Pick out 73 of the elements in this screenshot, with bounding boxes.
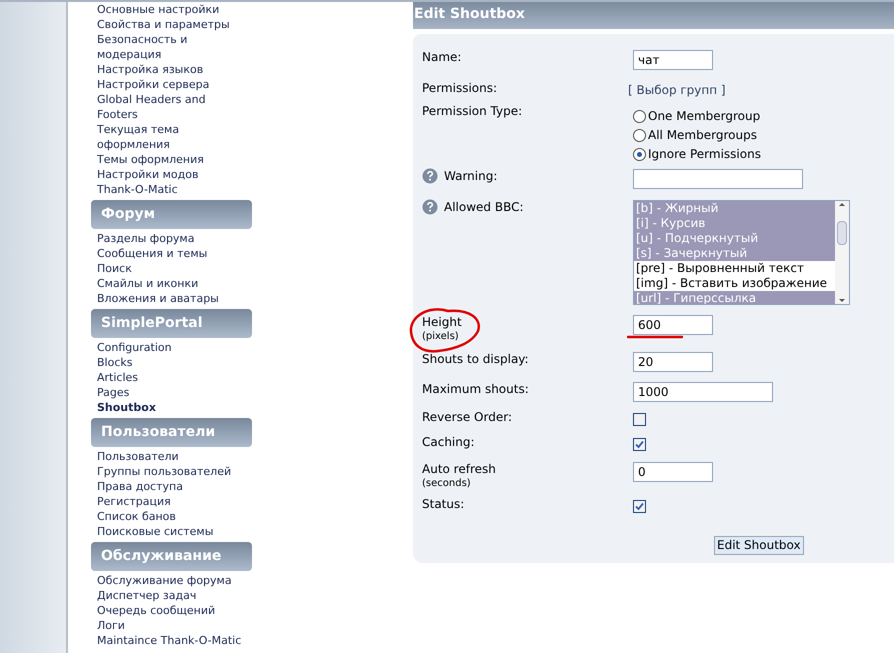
sidebar-link[interactable]: Global Headers and Footers (97, 92, 247, 122)
sidebar-link[interactable]: Maintaince Thank-O-Matic (97, 633, 257, 648)
sidebar-link[interactable]: Поисковые системы (97, 524, 257, 539)
sidebar-link[interactable]: Текущая тема оформления (97, 122, 247, 152)
sidebar-link[interactable]: Диспетчер задач (97, 588, 257, 603)
sidebar-link[interactable]: Список банов (97, 509, 257, 524)
field-label: Maximum shouts: (422, 382, 529, 397)
field-hint: (seconds) (422, 477, 472, 491)
text-field[interactable]: 600 (633, 315, 713, 335)
list-option[interactable]: [pre] - Выровненный текст (634, 261, 835, 276)
text-field[interactable] (633, 169, 803, 189)
sidebar-link[interactable]: Поиск (97, 261, 257, 276)
help-icon[interactable] (422, 199, 438, 215)
sidebar-link[interactable]: Настройки модов (97, 167, 247, 182)
sidebar-link[interactable]: Основные настройки (97, 2, 247, 17)
sidebar-link[interactable]: Очередь сообщений (97, 603, 257, 618)
sidebar-link[interactable]: Вложения и аватары (97, 291, 257, 306)
text-field[interactable]: 20 (633, 352, 713, 372)
sidebar-link[interactable]: Свойства и параметры (97, 17, 247, 32)
field-label: Warning: (444, 169, 498, 184)
section-header: Форум (91, 200, 252, 229)
checkbox[interactable] (633, 500, 646, 513)
text-field[interactable]: 1000 (633, 382, 773, 402)
sidebar-link[interactable]: Темы оформления (97, 152, 247, 167)
list-option[interactable]: [img] - Вставить изображение (634, 276, 835, 291)
sidebar-link[interactable]: Shoutbox (97, 400, 257, 415)
select-groups-link[interactable]: [ Выбор групп ] (628, 81, 726, 99)
radio-label: One Membergroup (648, 108, 760, 124)
radio-button[interactable] (633, 128, 646, 142)
sidebar-link[interactable]: Configuration (97, 340, 257, 355)
section-header: Обслуживание (91, 542, 252, 571)
field-label: Allowed BBC: (444, 200, 524, 215)
submit-button[interactable]: Edit Shoutbox (714, 536, 804, 555)
sidebar-link[interactable]: Настройки сервера (97, 77, 247, 92)
sidebar-link[interactable]: Разделы форума (97, 231, 257, 246)
sidebar-link[interactable]: Пользователи (97, 449, 257, 464)
sidebar-link[interactable]: Blocks (97, 355, 257, 370)
panel-header: Edit Shoutbox (413, 2, 894, 29)
field-label: Permission Type: (422, 104, 522, 119)
scrollbar[interactable] (835, 201, 849, 304)
sidebar-link[interactable]: Безопасность и модерация (97, 32, 247, 62)
radio-button[interactable] (633, 110, 646, 122)
sidebar-link[interactable]: Группы пользователей (97, 464, 257, 479)
sidebar-link[interactable]: Сообщения и темы (97, 246, 257, 261)
checkbox[interactable] (633, 438, 646, 451)
radio-label: Ignore Permissions (648, 146, 761, 162)
field-label: Shouts to display: (422, 352, 529, 367)
sidebar-link[interactable]: Thank-O-Matic (97, 182, 247, 197)
underline-mark (627, 335, 683, 339)
sidebar-link[interactable]: Права доступа (97, 479, 257, 494)
sidebar-link[interactable]: Регистрация (97, 494, 257, 509)
field-label: Name: (422, 50, 462, 65)
field-hint: (pixels) (422, 330, 460, 344)
field-label: Status: (422, 497, 464, 512)
text-field[interactable]: 0 (633, 462, 713, 482)
section-header: Пользователи (91, 418, 252, 447)
text-field[interactable]: чат (633, 50, 713, 70)
checkbox[interactable] (633, 413, 646, 426)
sidebar-link[interactable]: Настройка языков (97, 62, 247, 77)
help-icon[interactable] (422, 168, 438, 184)
sidebar-link[interactable]: Pages (97, 385, 257, 400)
section-header: SimplePortal (91, 309, 252, 338)
field-label: Permissions: (422, 81, 498, 96)
sidebar-link[interactable]: Логи (97, 618, 257, 633)
field-label: Height (422, 315, 462, 330)
radio-button[interactable] (633, 148, 646, 160)
field-label: Caching: (422, 435, 475, 450)
sidebar-link[interactable]: Articles (97, 370, 257, 385)
radio-label: All Membergroups (648, 127, 757, 143)
sidebar-link[interactable]: Смайлы и иконки (97, 276, 257, 291)
sidebar-link[interactable]: Обслуживание форума (97, 573, 257, 588)
field-label: Auto refresh (422, 462, 496, 477)
field-label: Reverse Order: (422, 410, 512, 425)
